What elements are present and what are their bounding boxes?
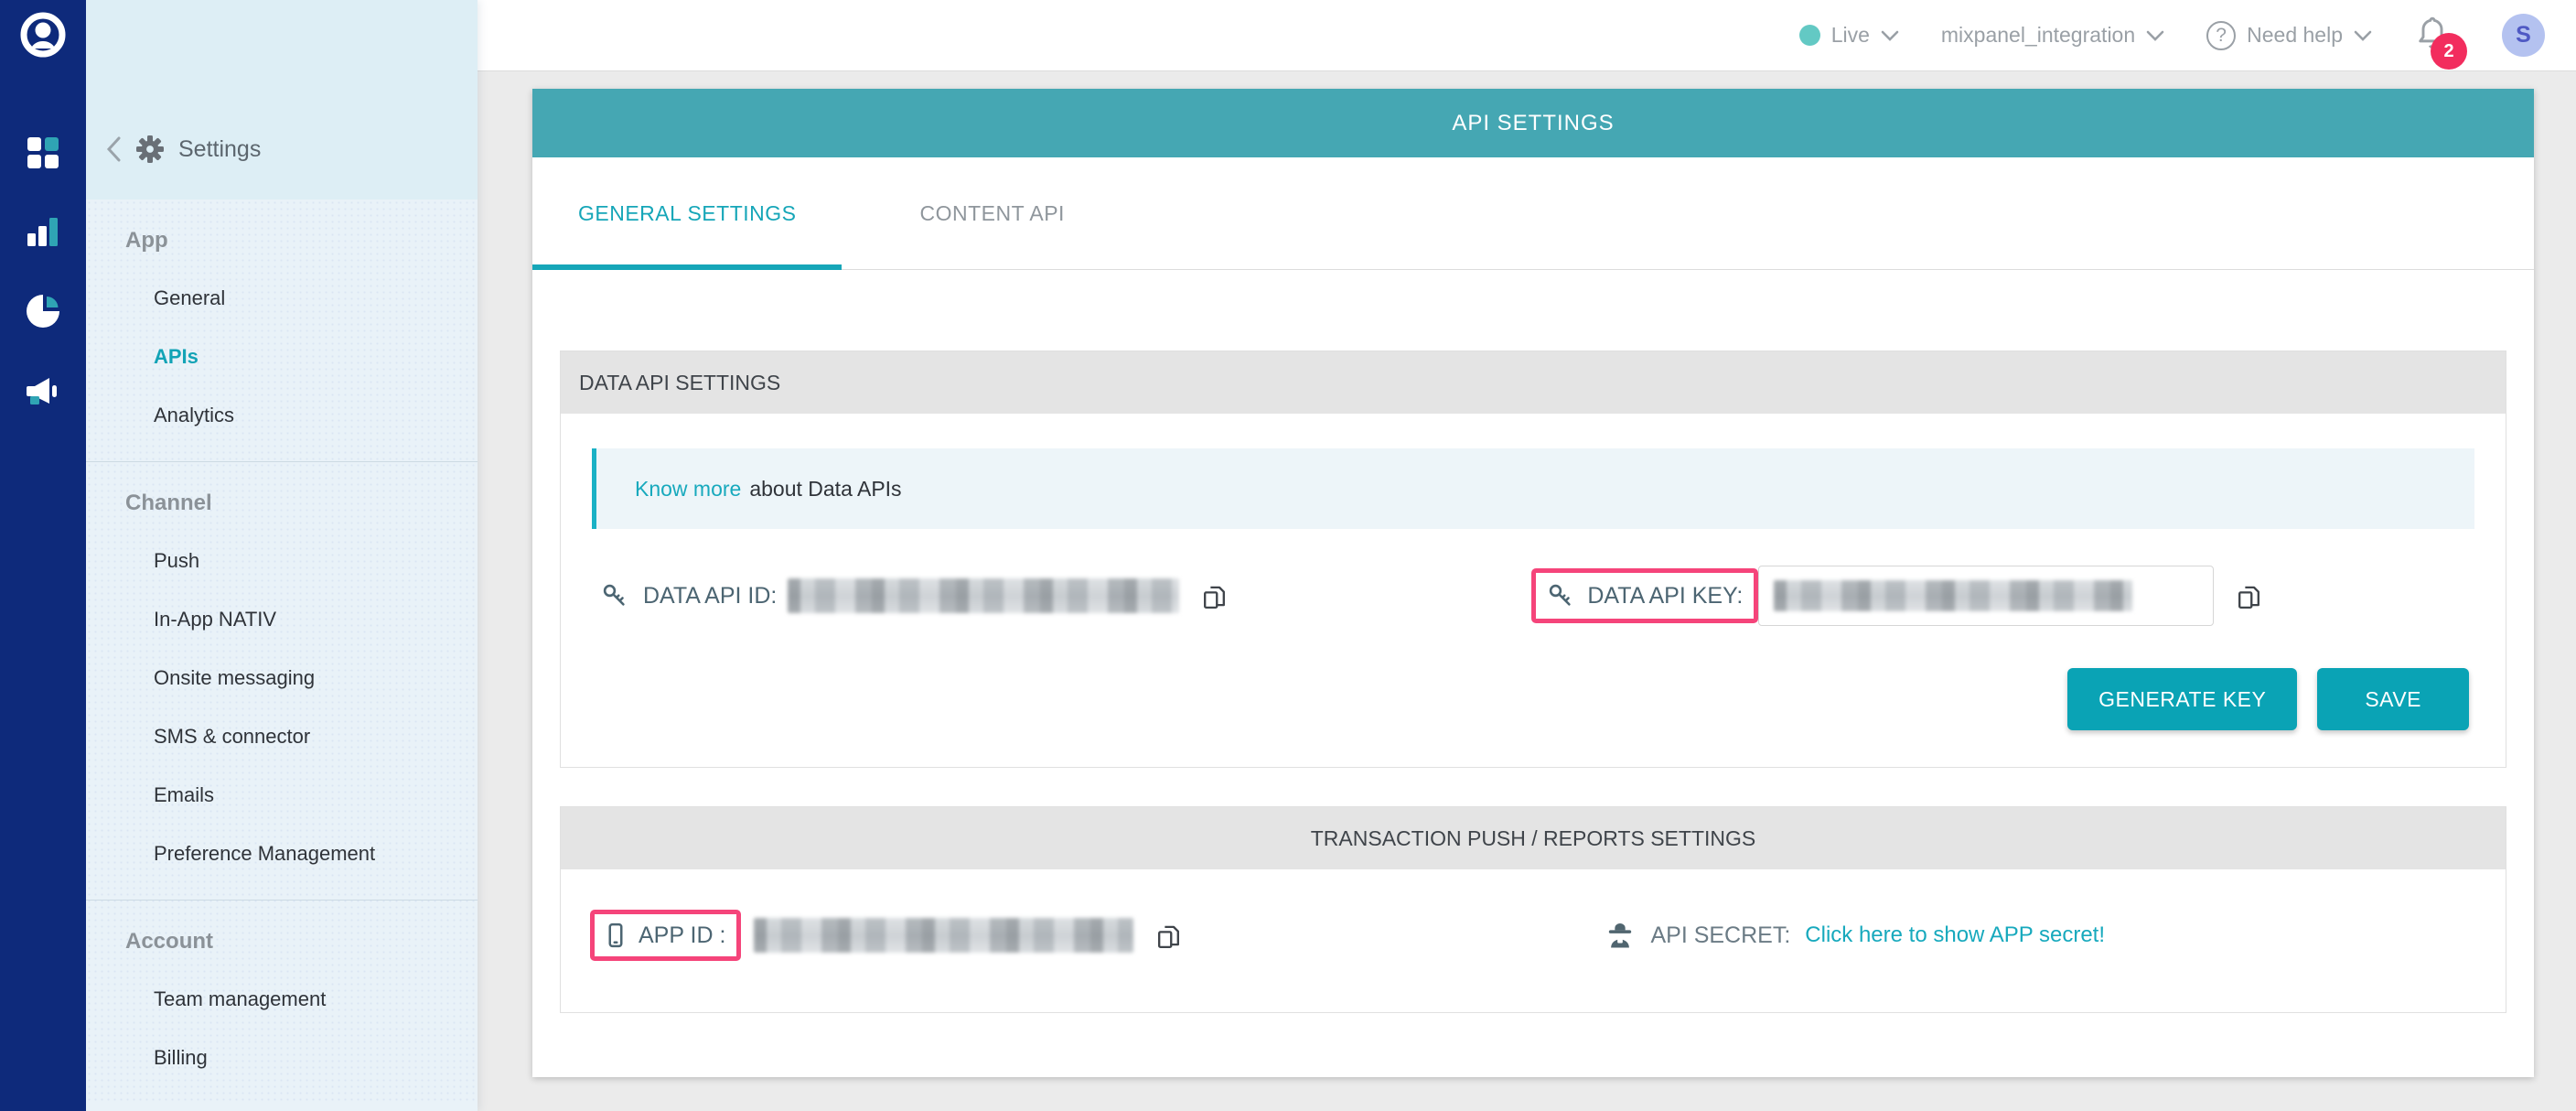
section-label-app: App [86,212,478,269]
sidebar-menu: App General APIs Analytics Channel Push … [86,200,478,1104]
page-title: API SETTINGS [1452,111,1614,136]
menu-section-account: Account Team management Billing [86,901,478,1104]
copy-app-id-icon[interactable] [1154,921,1184,951]
chevron-down-icon [1881,30,1899,41]
transaction-section-title: TRANSACTION PUSH / REPORTS SETTINGS [1311,826,1755,851]
tab-general-settings[interactable]: GENERAL SETTINGS [532,157,842,269]
help-label: Need help [2247,23,2343,48]
menu-section-channel: Channel Push In-App NATIV Onsite messagi… [86,462,478,901]
environment-dropdown[interactable]: Live [1799,23,1899,48]
bar-chart-icon[interactable] [26,215,60,248]
api-settings-card: API SETTINGS GENERAL SETTINGS CONTENT AP… [532,89,2534,1077]
data-api-key-value-redacted [1774,580,2132,611]
api-secret-label: API SECRET: [1650,922,1790,949]
project-label: mixpanel_integration [1941,23,2135,48]
spy-icon [1605,920,1636,951]
show-app-secret-link[interactable]: Click here to show APP secret! [1805,922,2105,948]
sidebar-title: Settings [178,136,261,163]
api-secret-group: API SECRET: Click here to show APP secre… [1605,920,2105,951]
sidebar-item-analytics[interactable]: Analytics [86,386,478,445]
transaction-settings-section: TRANSACTION PUSH / REPORTS SETTINGS APP … [560,806,2506,1013]
app-id-value-redacted [754,918,1133,953]
app-id-label: APP ID : [639,922,725,949]
app-root: Settings App General APIs Analytics Chan… [0,0,2576,1111]
sidebar-item-apis[interactable]: APIs [86,328,478,386]
left-rail [0,0,86,1111]
data-api-id-value-redacted [788,578,1179,613]
notifications-button[interactable]: 2 [2414,14,2451,57]
project-dropdown[interactable]: mixpanel_integration [1941,23,2164,48]
megaphone-icon[interactable] [24,374,62,409]
know-more-infobox: Know more about Data APIs [592,448,2474,529]
key-icon [1547,582,1574,609]
data-api-key-label: DATA API KEY: [1587,583,1743,609]
data-api-id-label: DATA API ID: [643,583,777,609]
brand-logo-icon[interactable] [19,11,67,63]
section-label-channel: Channel [86,475,478,532]
data-api-key-group: DATA API KEY: [1531,566,2264,626]
sidebar-item-onsite-messaging[interactable]: Onsite messaging [86,649,478,707]
data-api-actions: GENERATE KEY SAVE [561,626,2506,767]
sidebar-item-sms-connector[interactable]: SMS & connector [86,707,478,766]
transaction-row: APP ID : [561,869,2506,1012]
generate-key-button[interactable]: GENERATE KEY [2067,668,2297,730]
sidebar-item-inapp-nativ[interactable]: In-App NATIV [86,590,478,649]
copy-data-api-key-icon[interactable] [2234,581,2264,611]
data-api-settings-section: DATA API SETTINGS Know more about Data A… [560,351,2506,768]
data-api-key-input[interactable] [1758,566,2214,626]
data-api-row: DATA API ID: [561,529,2506,626]
tab-bar: GENERAL SETTINGS CONTENT API [532,157,2534,270]
pie-chart-icon[interactable] [24,292,62,330]
tab-content-api[interactable]: CONTENT API [842,157,1142,269]
sidebar-item-billing[interactable]: Billing [86,1029,478,1087]
settings-sidebar: Settings App General APIs Analytics Chan… [86,0,478,1111]
data-api-section-title: DATA API SETTINGS [579,371,780,395]
dashboard-grid-icon[interactable] [25,135,61,171]
gear-icon [136,135,164,163]
page-title-banner: API SETTINGS [532,89,2534,157]
transaction-section-header: TRANSACTION PUSH / REPORTS SETTINGS [561,807,2506,869]
menu-section-app: App General APIs Analytics [86,200,478,462]
chevron-down-icon [2146,30,2164,41]
live-status-dot-icon [1799,25,1820,46]
mobile-phone-icon [606,922,626,949]
know-more-text: about Data APIs [749,477,901,502]
save-button[interactable]: SAVE [2317,668,2469,730]
section-label-account: Account [86,913,478,970]
sidebar-item-preference-management[interactable]: Preference Management [86,825,478,883]
sidebar-item-emails[interactable]: Emails [86,766,478,825]
help-dropdown[interactable]: ? Need help [2206,21,2372,50]
key-icon [601,582,628,609]
app-id-highlight-box: APP ID : [590,910,741,961]
sidebar-item-team-management[interactable]: Team management [86,970,478,1029]
data-api-key-highlight-box: DATA API KEY: [1531,568,1758,623]
copy-data-api-id-icon[interactable] [1199,581,1229,611]
environment-label: Live [1831,23,1870,48]
top-bar: Live mixpanel_integration ? Need help 2 … [478,0,2576,71]
sidebar-item-push[interactable]: Push [86,532,478,590]
notification-badge: 2 [2431,33,2467,70]
help-question-icon: ? [2206,21,2236,50]
know-more-link[interactable]: Know more [635,477,741,502]
sidebar-header: Settings [86,0,478,200]
back-chevron-icon[interactable] [106,136,122,162]
chevron-down-icon [2354,30,2372,41]
user-avatar[interactable]: S [2502,14,2545,57]
sidebar-item-general[interactable]: General [86,269,478,328]
data-api-section-header: DATA API SETTINGS [561,351,2506,414]
